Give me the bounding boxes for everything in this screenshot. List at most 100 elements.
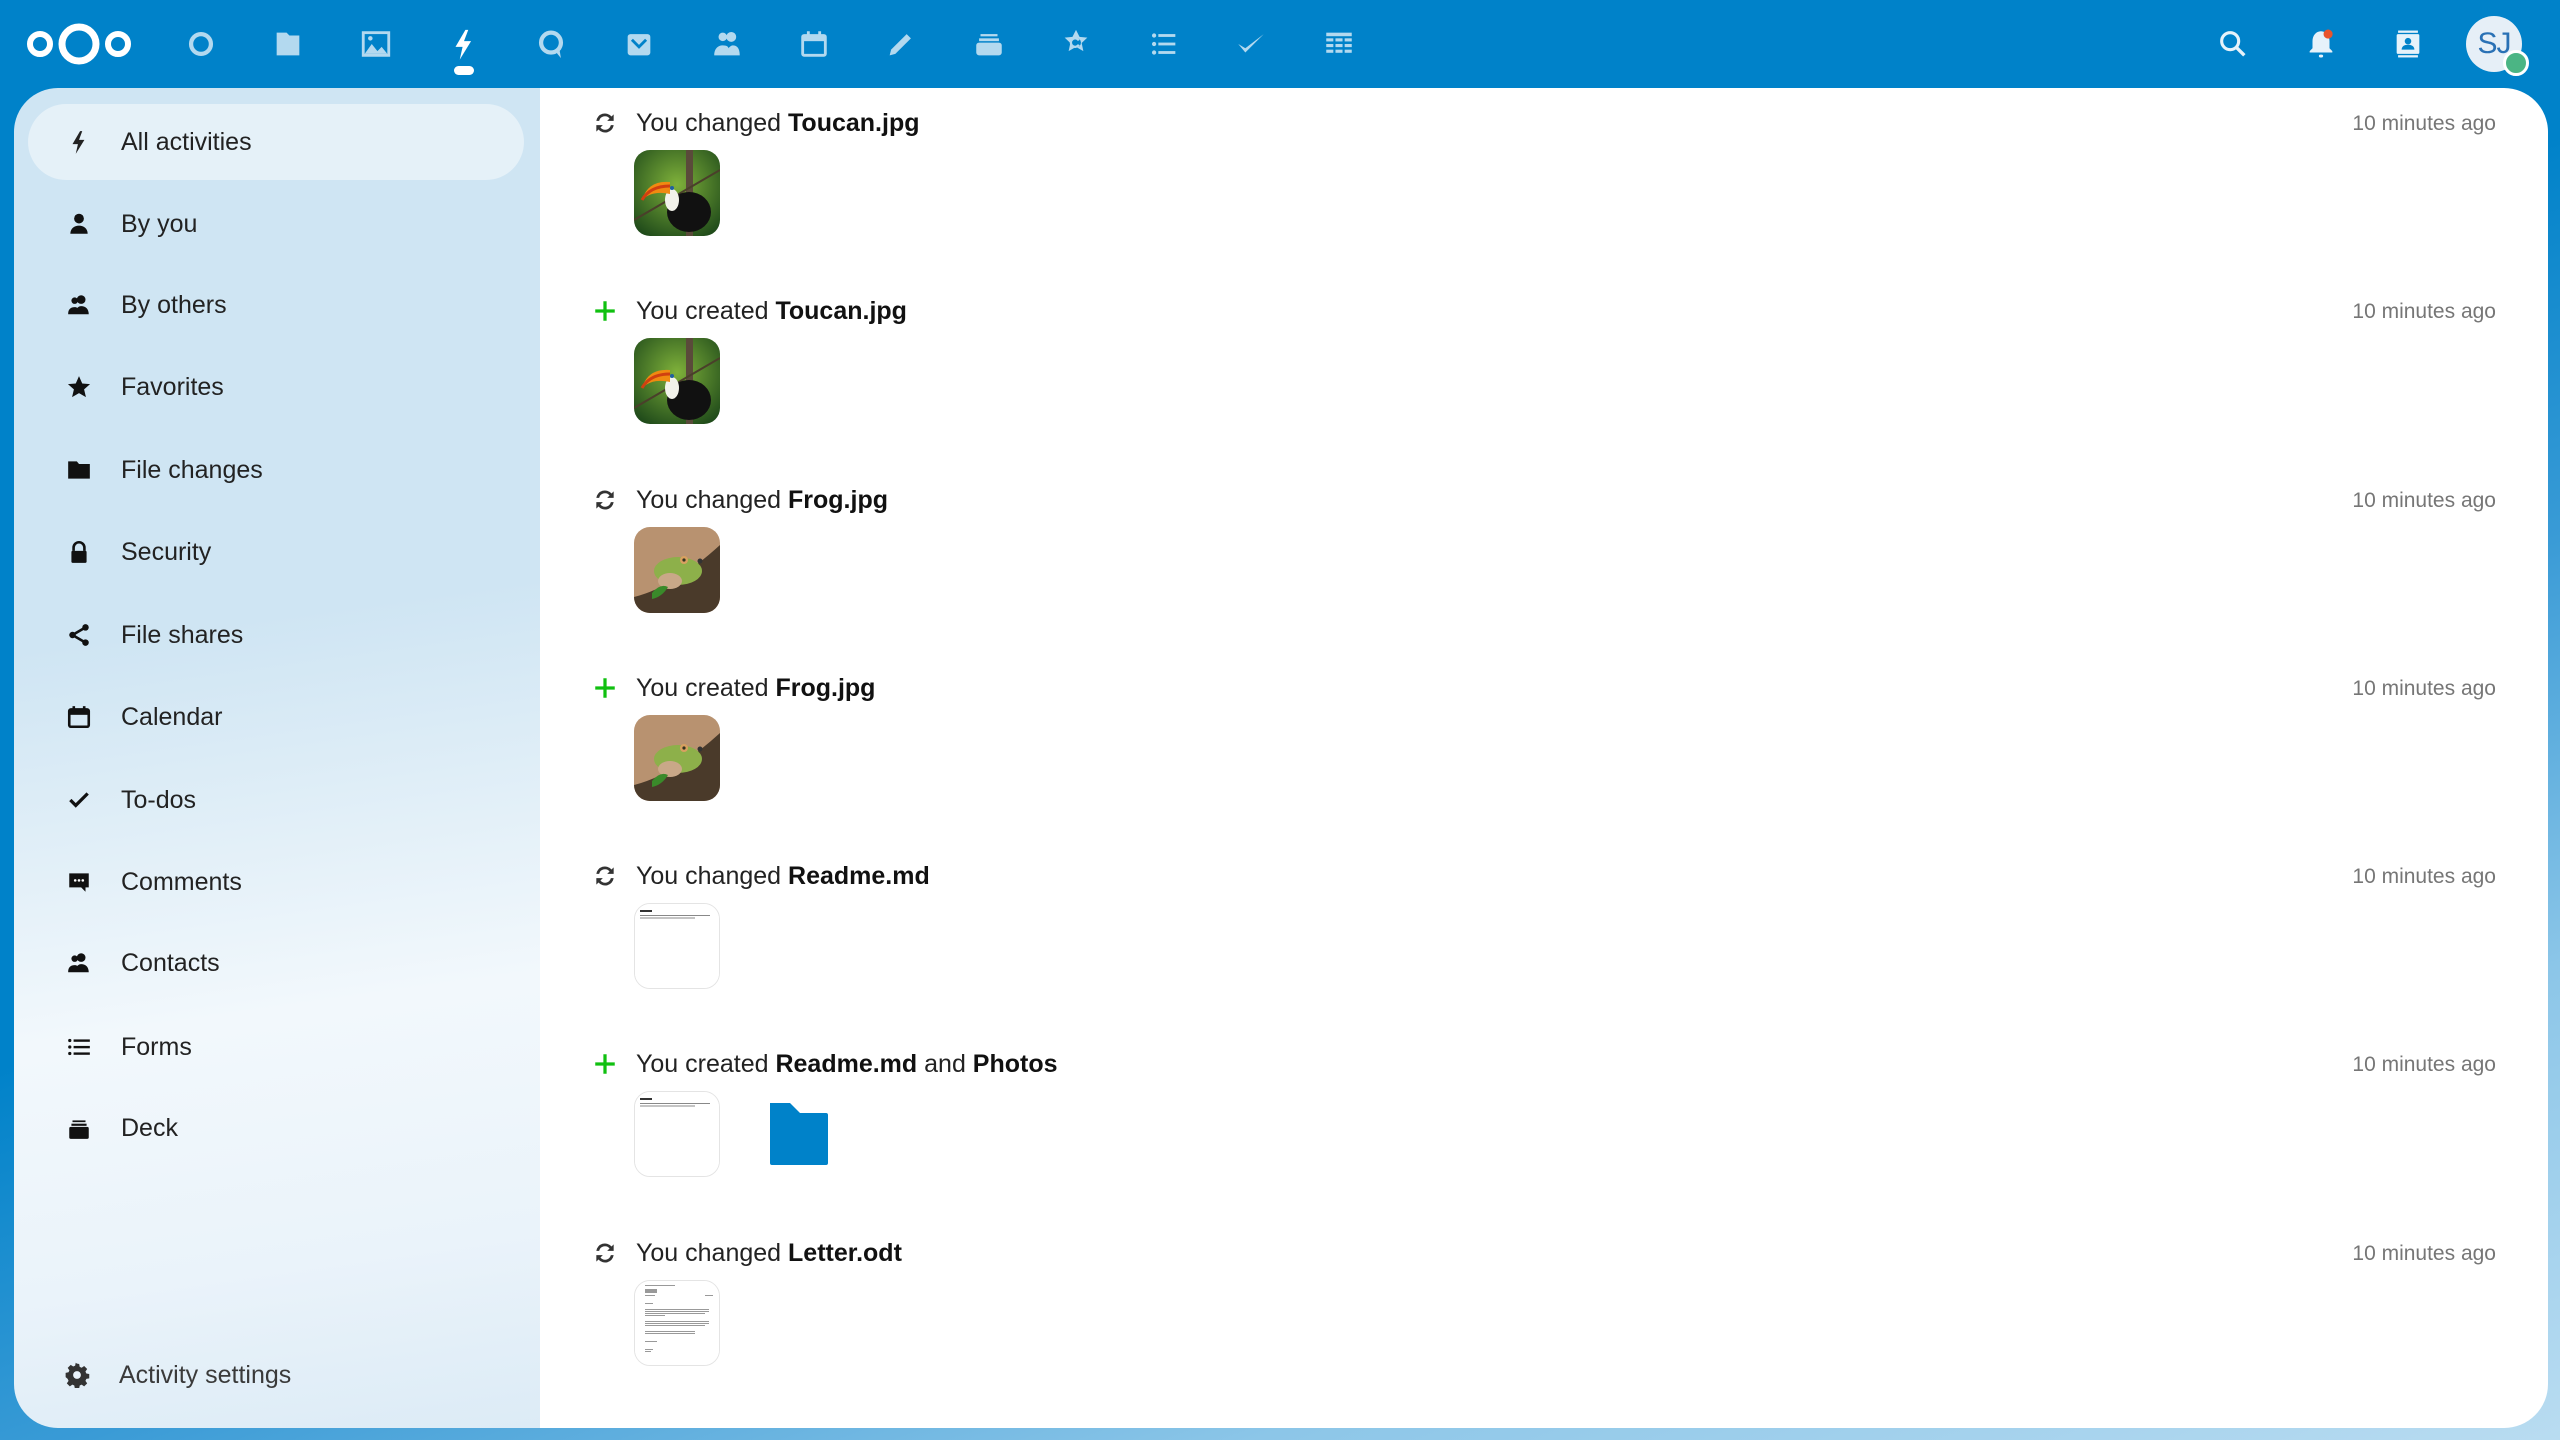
- activity-text: You created Readme.md and Photos: [636, 1049, 1058, 1079]
- lightning-icon: [64, 127, 94, 157]
- sidebar-item-deck[interactable]: Deck: [28, 1090, 524, 1166]
- activity-text: You changed Letter.odt: [636, 1238, 902, 1268]
- dashboard-icon[interactable]: [179, 22, 223, 66]
- activity-prefix: You created: [636, 674, 776, 702]
- toucan-thumbnail[interactable]: [634, 150, 720, 236]
- search-icon[interactable]: [2211, 22, 2255, 66]
- sidebar-item-forms[interactable]: Forms: [28, 1009, 524, 1085]
- sidebar-item-all-activities[interactable]: All activities: [28, 104, 524, 180]
- file-link[interactable]: Photos: [973, 1050, 1058, 1078]
- sidebar-item-contacts[interactable]: Contacts: [28, 925, 524, 1001]
- folder-icon[interactable]: [266, 22, 310, 66]
- readme-thumbnail[interactable]: [634, 903, 720, 989]
- activity-timestamp: 10 minutes ago: [2352, 300, 2496, 323]
- readme-thumbnail[interactable]: [634, 1091, 720, 1177]
- sidebar-item-by-others[interactable]: By others: [28, 267, 524, 343]
- gear-icon: [62, 1360, 92, 1390]
- sidebar-item-security[interactable]: Security: [28, 514, 524, 590]
- file-link[interactable]: Frog.jpg: [788, 486, 888, 514]
- letter-thumbnail[interactable]: [634, 1280, 720, 1366]
- activity-prefix: You changed: [636, 1239, 789, 1267]
- activity-previews: [634, 1280, 720, 1366]
- activity-previews: [634, 338, 720, 424]
- contacts-icon[interactable]: [705, 22, 749, 66]
- star-c-icon[interactable]: [1054, 22, 1098, 66]
- contacts-card-icon[interactable]: [2386, 22, 2430, 66]
- talk-icon[interactable]: [529, 22, 573, 66]
- list-icon: [64, 1032, 94, 1062]
- activity-prefix: You changed: [636, 486, 789, 514]
- comment-icon: [64, 867, 94, 897]
- online-status-indicator: [2503, 50, 2529, 76]
- people-icon: [64, 948, 94, 978]
- sidebar-item-label: File changes: [121, 455, 263, 484]
- sidebar-item-label: Calendar: [121, 702, 223, 731]
- sidebar-item-label: Favorites: [121, 372, 224, 401]
- pencil-icon[interactable]: [879, 22, 923, 66]
- mail-icon[interactable]: [617, 22, 661, 66]
- activity-prefix: You changed: [636, 109, 789, 137]
- lightning-icon[interactable]: [442, 22, 486, 66]
- activity-prefix: You created: [636, 1050, 776, 1078]
- refresh-icon: [590, 485, 620, 515]
- frog-thumbnail[interactable]: [634, 715, 720, 801]
- bell-icon[interactable]: [2299, 22, 2343, 66]
- folder-icon[interactable]: [752, 1091, 838, 1177]
- calendar-icon[interactable]: [792, 22, 836, 66]
- activity-text: You changed Toucan.jpg: [636, 108, 920, 138]
- file-link[interactable]: Toucan.jpg: [788, 109, 919, 137]
- sidebar-item-file-shares[interactable]: File shares: [28, 597, 524, 673]
- activity-timestamp: 10 minutes ago: [2352, 677, 2496, 700]
- refresh-icon: [590, 1238, 620, 1268]
- activity-item: You created Frog.jpg 10 minutes ago: [540, 673, 2548, 853]
- activity-text: You changed Frog.jpg: [636, 485, 888, 515]
- sidebar-item-label: To-dos: [121, 785, 197, 814]
- nextcloud-logo[interactable]: [25, 20, 133, 68]
- activity-settings-button[interactable]: Activity settings: [28, 1337, 524, 1413]
- activity-previews: [634, 715, 720, 801]
- sidebar-item-label: Security: [121, 537, 212, 566]
- sidebar-item-to-dos[interactable]: To-dos: [28, 762, 524, 838]
- list-icon[interactable]: [1142, 22, 1186, 66]
- activity-item: You changed Readme.md 10 minutes ago: [540, 861, 2548, 1041]
- file-link[interactable]: Readme.md: [775, 1050, 917, 1078]
- deck-icon[interactable]: [967, 22, 1011, 66]
- sidebar-item-label: Deck: [121, 1113, 178, 1142]
- sidebar-item-label: By others: [121, 290, 227, 319]
- activity-text: You created Toucan.jpg: [636, 296, 907, 326]
- plus-icon: [590, 673, 620, 703]
- sidebar-item-label: Comments: [121, 867, 242, 896]
- file-link[interactable]: Frog.jpg: [775, 674, 875, 702]
- image-icon[interactable]: [354, 22, 398, 66]
- check-icon[interactable]: [1229, 22, 1273, 66]
- sidebar-item-comments[interactable]: Comments: [28, 844, 524, 920]
- top-header: SJ: [0, 0, 2560, 88]
- sidebar-item-by-you[interactable]: By you: [28, 186, 524, 262]
- activity-item: You created Readme.md and Photos 10 minut…: [540, 1049, 2548, 1229]
- file-link[interactable]: Letter.odt: [788, 1239, 902, 1267]
- toucan-thumbnail[interactable]: [634, 338, 720, 424]
- sidebar-item-label: Contacts: [121, 948, 220, 977]
- activity-prefix: You changed: [636, 862, 789, 890]
- file-link[interactable]: Toucan.jpg: [775, 297, 906, 325]
- frog-thumbnail[interactable]: [634, 527, 720, 613]
- activity-timestamp: 10 minutes ago: [2352, 1242, 2496, 1265]
- activity-timestamp: 10 minutes ago: [2352, 865, 2496, 888]
- activity-previews: [634, 1091, 838, 1177]
- sidebar-item-file-changes[interactable]: File changes: [28, 432, 524, 508]
- sidebar-item-label: File shares: [121, 620, 244, 649]
- table-icon[interactable]: [1317, 22, 1361, 66]
- sidebar-item-favorites[interactable]: Favorites: [28, 349, 524, 425]
- share-icon: [64, 620, 94, 650]
- activity-timestamp: 10 minutes ago: [2352, 489, 2496, 512]
- activity-timestamp: 10 minutes ago: [2352, 1053, 2496, 1076]
- activity-joiner: and: [917, 1050, 973, 1078]
- sidebar: All activities By you By others Favorite…: [14, 88, 540, 1428]
- notification-badge: [2323, 29, 2333, 39]
- file-link[interactable]: Readme.md: [788, 862, 930, 890]
- deck-icon: [64, 1113, 94, 1143]
- people-icon: [64, 290, 94, 320]
- sidebar-item-calendar[interactable]: Calendar: [28, 679, 524, 755]
- activity-item: You changed Toucan.jpg 10 minutes ago: [540, 108, 2548, 288]
- activity-item: You created Toucan.jpg 10 minutes ago: [540, 296, 2548, 476]
